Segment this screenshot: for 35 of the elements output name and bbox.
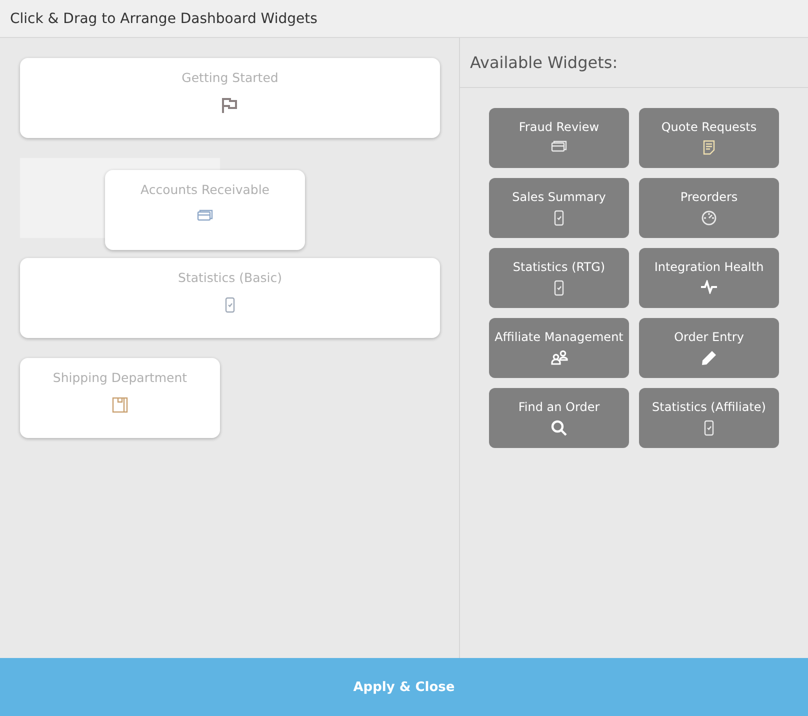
widget-tile[interactable]: Order Entry (639, 318, 779, 378)
widget-title: Statistics (Basic) (178, 270, 282, 285)
widget-card[interactable]: Accounts Receivable (105, 170, 305, 250)
pencil-icon (701, 350, 717, 366)
phone-check-icon (554, 210, 564, 226)
widget-tile[interactable]: Statistics (RTG) (489, 248, 629, 308)
widget-tile[interactable]: Quote Requests (639, 108, 779, 168)
widget-tile[interactable]: Preorders (639, 178, 779, 238)
widget-title: Shipping Department (52, 370, 188, 385)
pulse-icon (700, 280, 718, 294)
search-icon (551, 420, 567, 436)
widget-card[interactable]: Statistics (Basic) (20, 258, 440, 338)
widget-tile[interactable]: Sales Summary (489, 178, 629, 238)
dialog-title: Click & Drag to Arrange Dashboard Widgets (0, 0, 808, 38)
widget-card[interactable]: Getting Started (20, 58, 440, 138)
widget-tile[interactable]: Fraud Review (489, 108, 629, 168)
widget-card[interactable]: Shipping Department (20, 358, 220, 438)
phone-check-icon (225, 297, 235, 313)
document-icon (703, 140, 715, 155)
box-icon (112, 397, 128, 413)
widget-tile[interactable]: Statistics (Affiliate) (639, 388, 779, 448)
flag-icon (221, 97, 239, 113)
widget-tile[interactable]: Find an Order (489, 388, 629, 448)
panel-title: Available Widgets: (460, 38, 808, 88)
cards-icon (551, 140, 567, 152)
apply-button[interactable]: Apply & Close (0, 658, 808, 716)
widget-title: Accounts Receivable (140, 182, 270, 197)
people-icon (550, 350, 568, 365)
phone-check-icon (704, 420, 714, 436)
gauge-icon (701, 210, 717, 226)
widget-tile[interactable]: Integration Health (639, 248, 779, 308)
widget-title: Getting Started (182, 70, 278, 85)
cards-icon (197, 209, 213, 221)
widget-tile[interactable]: Affiliate Management (489, 318, 629, 378)
phone-check-icon (554, 280, 564, 296)
